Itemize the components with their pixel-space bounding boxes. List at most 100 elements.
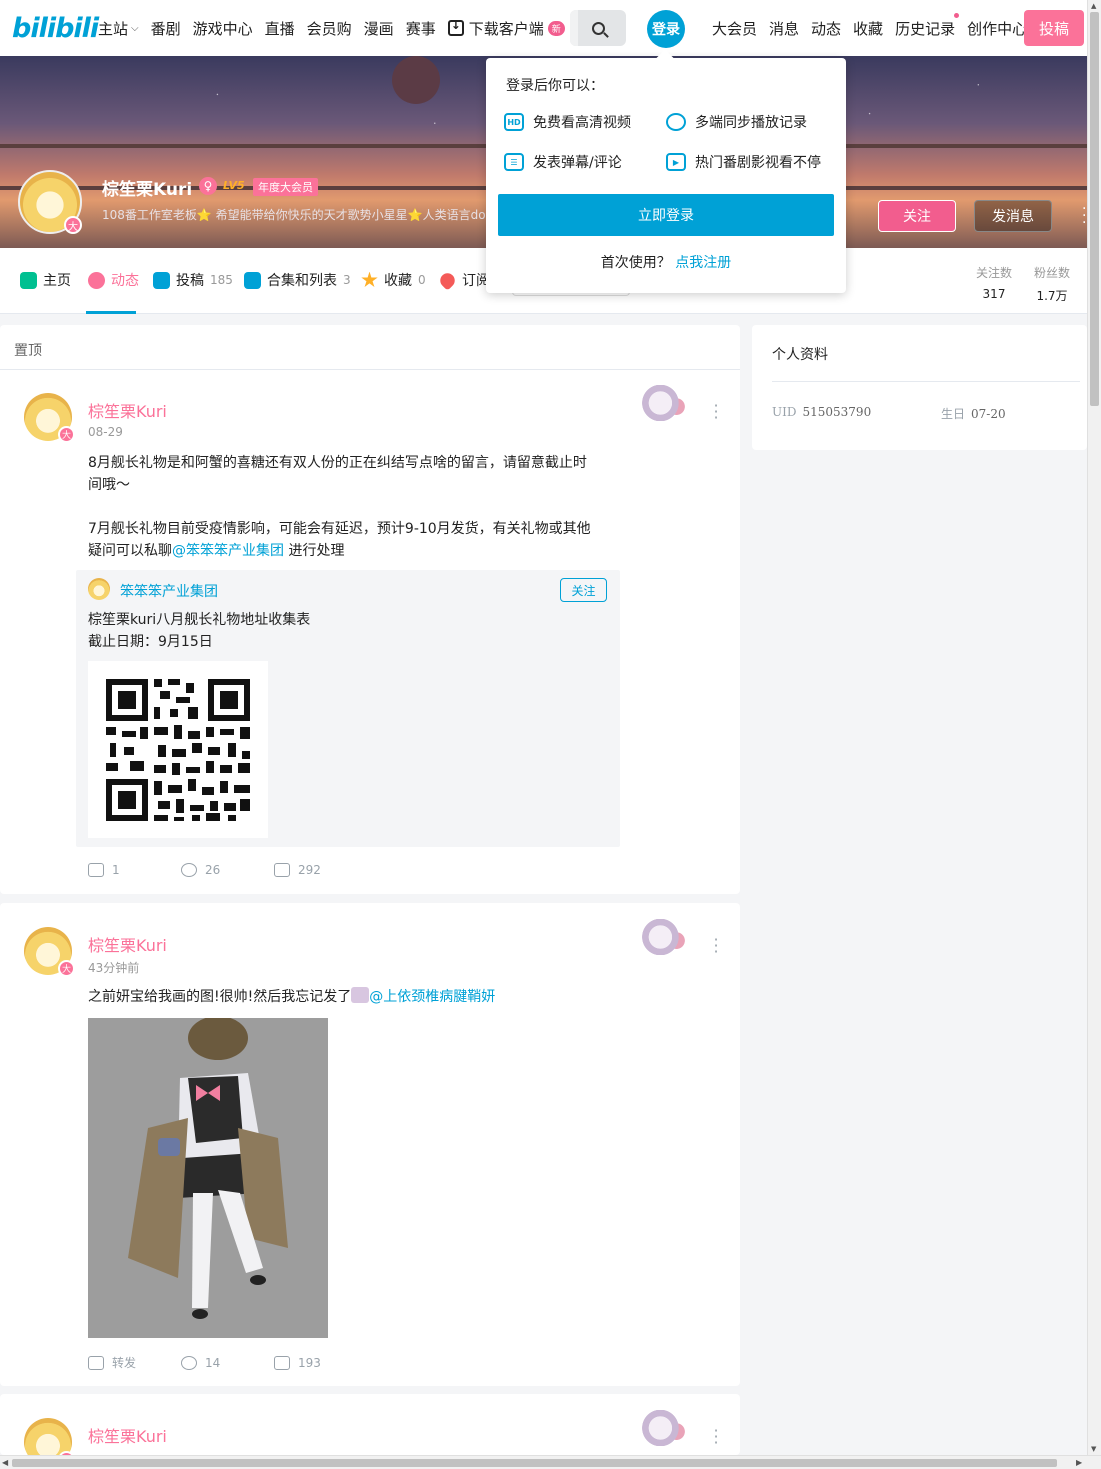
scroll-down-arrow-icon[interactable]: ▼ bbox=[1091, 1445, 1096, 1453]
share-icon bbox=[88, 1355, 104, 1370]
like-button[interactable]: 193 bbox=[274, 1355, 367, 1370]
nav-live[interactable]: 直播 bbox=[265, 18, 295, 39]
post-avatar[interactable]: 大 bbox=[24, 393, 75, 443]
download-label: 下载客户端 bbox=[468, 19, 544, 38]
like-button[interactable]: 292 bbox=[274, 863, 367, 877]
post-author[interactable]: 棕笙栗Kuri bbox=[88, 932, 167, 956]
nav-anime[interactable]: 番剧 bbox=[151, 18, 181, 39]
comment-count: 14 bbox=[205, 1355, 221, 1370]
fans-stat[interactable]: 粉丝数 1.7万 bbox=[1027, 264, 1077, 304]
perk-label: 热门番剧影视看不停 bbox=[695, 155, 821, 171]
nav-download-client[interactable]: 下载客户端 新 bbox=[447, 18, 565, 39]
login-avatar-button[interactable]: 登录 bbox=[647, 10, 685, 48]
divider bbox=[772, 381, 1080, 382]
comment-button[interactable]: 26 bbox=[181, 863, 274, 877]
tab-home[interactable]: 主页 bbox=[20, 270, 71, 290]
mention-link[interactable]: @上依颈椎病腱鞘妍 bbox=[369, 989, 495, 1005]
perk-label: 免费看高清视频 bbox=[533, 115, 631, 131]
tab-collections[interactable]: 合集和列表 3 bbox=[244, 270, 351, 290]
vip-badge-icon: 大 bbox=[58, 426, 75, 443]
perk-anime: ▶ 热门番剧影视看不停 bbox=[666, 152, 821, 172]
post-actions: 1 26 292 bbox=[88, 863, 367, 877]
mention-link[interactable]: @笨笨笨产业集团 bbox=[172, 543, 284, 559]
tab-uploads-label: 投稿 bbox=[176, 273, 204, 289]
scroll-right-arrow-icon[interactable]: ▶ bbox=[1076, 1458, 1082, 1467]
fans-count: 1.7万 bbox=[1036, 289, 1068, 303]
playlist-icon bbox=[244, 271, 261, 289]
nav-manga[interactable]: 漫画 bbox=[364, 18, 394, 39]
following-stat[interactable]: 关注数 317 bbox=[969, 264, 1019, 301]
play-icon: ▶ bbox=[666, 153, 686, 171]
forward-button[interactable]: 1 bbox=[88, 863, 181, 877]
search-input[interactable] bbox=[570, 10, 578, 46]
qr-code-image[interactable] bbox=[88, 661, 268, 838]
register-link[interactable]: 点我注册 bbox=[675, 255, 731, 271]
post-author[interactable]: 棕笙栗Kuri bbox=[88, 1423, 167, 1447]
repost-text-line: 截止日期：9月15日 bbox=[88, 634, 213, 650]
more-options-icon[interactable]: · · · bbox=[1082, 202, 1086, 230]
tab-favorites-count: 0 bbox=[418, 273, 426, 287]
repost-follow-button[interactable]: 关注 bbox=[560, 578, 607, 602]
forward-button[interactable]: 转发 bbox=[88, 1354, 181, 1371]
post-text-fragment: 之前妍宝给我画的图!很帅!然后我忘记发了 bbox=[88, 989, 352, 1005]
nav-favorites[interactable]: 收藏 bbox=[853, 18, 883, 39]
tab-uploads[interactable]: 投稿 185 bbox=[153, 270, 233, 290]
nav-messages[interactable]: 消息 bbox=[769, 18, 799, 39]
tab-dynamic[interactable]: 动态 bbox=[88, 270, 139, 290]
nav-creator-center[interactable]: 创作中心 bbox=[967, 18, 1027, 39]
profile-signature: 108番工作室老板⭐ 希望能带给你快乐的天才歌势小星星⭐人类语言dow bbox=[102, 208, 487, 222]
birthday-value: 07-20 bbox=[971, 407, 1006, 421]
notification-dot bbox=[954, 12, 960, 18]
post-time[interactable]: 43分钟前 bbox=[88, 959, 139, 976]
scroll-up-arrow-icon[interactable]: ▲ bbox=[1091, 2, 1096, 10]
nav-history[interactable]: 历史记录 bbox=[895, 12, 960, 39]
nav-esports[interactable]: 赛事 bbox=[406, 18, 436, 39]
horizontal-scrollbar[interactable]: ◀ ▶ bbox=[0, 1455, 1101, 1469]
top-navbar: bilibili 主站⌵ 番剧 游戏中心 直播 会员购 漫画 赛事 下载客户端 … bbox=[0, 0, 1087, 56]
nav-shop[interactable]: 会员购 bbox=[307, 18, 352, 39]
nav-big-member[interactable]: 大会员 bbox=[712, 18, 757, 39]
download-icon bbox=[447, 18, 464, 36]
send-message-button[interactable]: 发消息 bbox=[974, 200, 1052, 232]
nav-right: 大会员 消息 动态 收藏 历史记录 创作中心 bbox=[712, 0, 1039, 56]
danmaku-list-icon: ☰ bbox=[504, 153, 524, 171]
tab-subscriptions[interactable]: 订阅 bbox=[437, 269, 490, 291]
tab-home-label: 主页 bbox=[43, 273, 71, 289]
post-avatar[interactable]: 大 bbox=[24, 927, 75, 977]
vertical-scrollbar[interactable]: ▲ ▼ bbox=[1087, 0, 1101, 1455]
post-avatar[interactable]: 大 bbox=[24, 1418, 75, 1455]
post-text-fragment: 进行处理 bbox=[284, 543, 345, 559]
post-author[interactable]: 棕笙栗Kuri bbox=[88, 398, 167, 422]
bilibili-logo[interactable]: bilibili bbox=[12, 12, 99, 46]
follow-button[interactable]: 关注 bbox=[878, 200, 956, 232]
tab-favorites[interactable]: 收藏 0 bbox=[361, 270, 426, 290]
post-image[interactable] bbox=[88, 1018, 328, 1338]
comment-button[interactable]: 14 bbox=[181, 1355, 274, 1370]
popover-title: 登录后你可以： bbox=[506, 78, 604, 94]
emoji-icon bbox=[351, 987, 370, 1003]
post-more-icon[interactable]: · · · bbox=[713, 932, 719, 960]
nav-dynamics[interactable]: 动态 bbox=[811, 18, 841, 39]
profile-avatar[interactable]: 大 bbox=[18, 170, 82, 234]
vertical-scroll-thumb[interactable] bbox=[1090, 12, 1099, 406]
nav-left: 主站⌵ 番剧 游戏中心 直播 会员购 漫画 赛事 下载客户端 新 bbox=[98, 0, 577, 56]
nav-main-site[interactable]: 主站 ⌵ bbox=[98, 18, 139, 39]
post-more-icon[interactable]: · · · bbox=[713, 1423, 719, 1451]
perk-danmaku: ☰ 发表弹幕/评论 bbox=[504, 152, 622, 172]
upload-button[interactable]: 投稿 bbox=[1024, 10, 1084, 46]
search-button[interactable] bbox=[570, 10, 626, 46]
repost-author-avatar[interactable] bbox=[88, 578, 110, 600]
horizontal-scroll-thumb[interactable] bbox=[12, 1459, 1057, 1467]
post-content: 8月舰长礼物是和阿蟹的喜糖还有双人份的正在纠结写点啥的留言，请留意截止时 间哦～… bbox=[88, 452, 608, 562]
post-more-icon[interactable]: · · · bbox=[713, 398, 719, 426]
login-now-button[interactable]: 立即登录 bbox=[498, 194, 834, 236]
repost-card[interactable]: 笨笨笨产业集团 关注 棕笙栗kuri八月舰长礼物地址收集表 截止日期：9月15日 bbox=[76, 570, 620, 847]
repost-author[interactable]: 笨笨笨产业集团 bbox=[120, 581, 218, 601]
nav-game-center[interactable]: 游戏中心 bbox=[193, 18, 253, 39]
illustration-image bbox=[88, 1018, 328, 1338]
post-text-line: 8月舰长礼物是和阿蟹的喜糖还有双人份的正在纠结写点啥的留言，请留意截止时 bbox=[88, 455, 587, 471]
scroll-left-arrow-icon[interactable]: ◀ bbox=[2, 1458, 8, 1467]
post-time[interactable]: 08-29 bbox=[88, 425, 123, 439]
vip-label[interactable]: 年度大会员 bbox=[253, 178, 318, 196]
personal-info-card: 个人资料 UID 515053790 生日 07-20 bbox=[752, 325, 1087, 450]
